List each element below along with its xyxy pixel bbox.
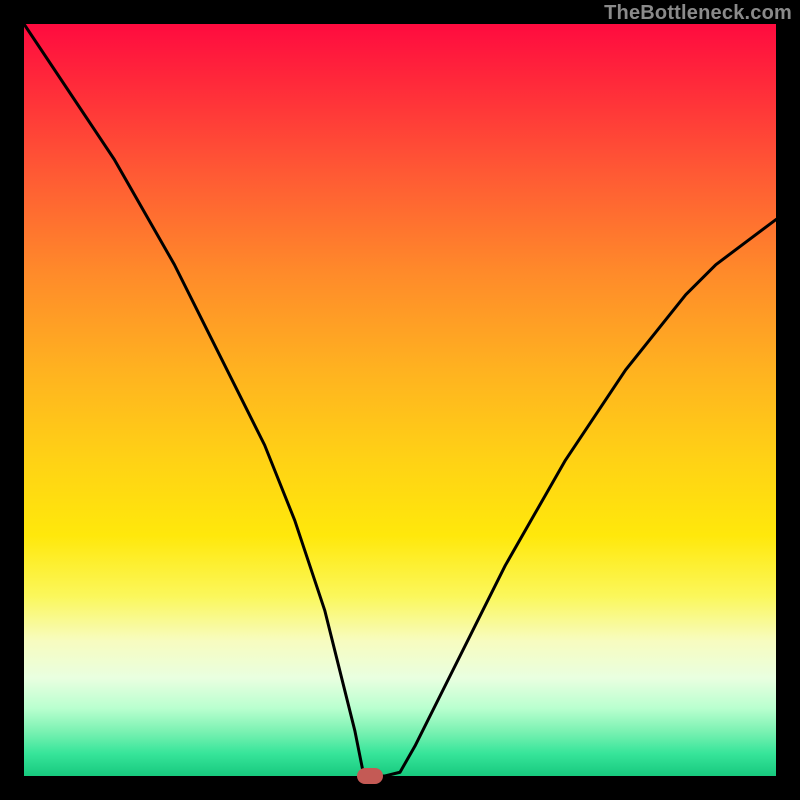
watermark-text: TheBottleneck.com xyxy=(604,2,792,25)
plot-area xyxy=(24,24,776,776)
minimum-marker xyxy=(357,768,383,784)
chart-frame: TheBottleneck.com xyxy=(0,0,800,800)
bottleneck-curve xyxy=(24,24,776,776)
